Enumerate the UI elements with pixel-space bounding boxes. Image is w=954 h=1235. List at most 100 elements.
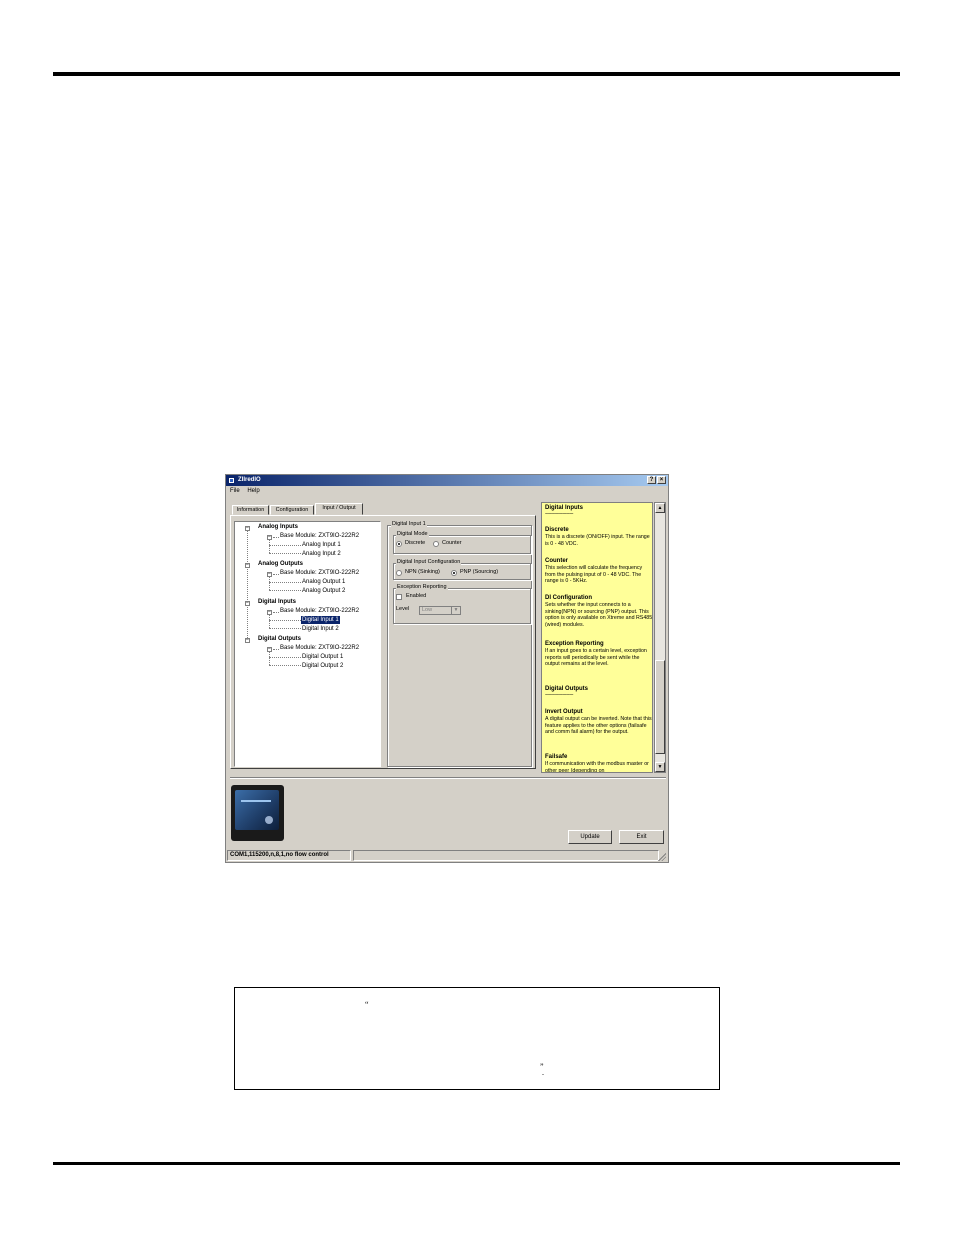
tree-analog-output-2[interactable]: Analog Output 2: [302, 587, 345, 595]
status-connection: COM1,115200,n,8,1,no flow control: [227, 850, 351, 861]
close-button[interactable]: ×: [657, 476, 666, 484]
tree-analog-outputs[interactable]: Analog Outputs: [258, 560, 303, 568]
help-scrollbar[interactable]: ▲ ▼: [654, 502, 666, 773]
status-bar: COM1,115200,n,8,1,no flow control: [227, 850, 667, 862]
pnp-radio[interactable]: [451, 570, 457, 576]
tree-do-base-module[interactable]: Base Module: ZXT9IO-222R2: [280, 644, 359, 652]
help-section: Exception Reporting If an input goes to …: [545, 641, 652, 668]
tab-input-output[interactable]: Input / Output: [315, 503, 363, 515]
quote-mark: “: [365, 1000, 369, 1009]
help-divider: ------------------------: [545, 511, 573, 517]
tree-analog-output-1[interactable]: Analog Output 1: [302, 578, 345, 586]
help-body: Sets whether the input connects to a sin…: [545, 602, 653, 628]
tree-analog-inputs[interactable]: Analog Inputs: [258, 523, 298, 531]
collapse-icon[interactable]: −: [267, 572, 272, 577]
scroll-up-icon[interactable]: ▲: [655, 503, 665, 513]
resize-grip-icon[interactable]: [658, 853, 666, 861]
tab-configuration[interactable]: Configuration: [270, 505, 314, 515]
collapse-icon[interactable]: −: [245, 638, 250, 643]
help-divider: ------------------------: [545, 692, 573, 698]
tree-analog-input-2[interactable]: Analog Input 2: [302, 550, 341, 558]
counter-label: Counter: [442, 540, 462, 546]
io-tree[interactable]: − Analog Inputs − Base Module: ZXT9IO-22…: [234, 521, 381, 767]
collapse-icon[interactable]: −: [267, 647, 272, 652]
tree-line: [269, 582, 301, 583]
exception-reporting-title: Exception Reporting: [396, 584, 448, 591]
help-body: A digital output can be inverted. Note t…: [545, 716, 652, 735]
help-body: If an input goes to a certain level, exc…: [545, 648, 647, 667]
collapse-icon[interactable]: −: [245, 563, 250, 568]
menu-help[interactable]: Help: [247, 488, 259, 494]
help-section: Invert Output A digital output can be in…: [545, 709, 652, 736]
tree-line: [269, 615, 270, 628]
tree-ao-base-module[interactable]: Base Module: ZXT9IO-222R2: [280, 569, 359, 577]
tree-line: [269, 652, 270, 665]
scroll-down-icon[interactable]: ▼: [655, 762, 665, 772]
tree-line: [269, 628, 301, 629]
npn-radio[interactable]: [396, 570, 402, 576]
collapse-icon[interactable]: −: [245, 601, 250, 606]
tree-digital-output-2[interactable]: Digital Output 2: [302, 662, 343, 670]
enabled-label: Enabled: [406, 593, 427, 599]
digital-input-group-title: Digital Input 1: [391, 521, 427, 528]
tree-digital-output-1[interactable]: Digital Output 1: [302, 653, 343, 661]
enabled-checkbox[interactable]: [396, 594, 402, 600]
help-heading: Exception Reporting: [545, 641, 604, 647]
chevron-down-icon: ▼: [451, 607, 460, 614]
tree-line: [269, 665, 301, 666]
note-box: “ ” .: [234, 987, 720, 1090]
collapse-icon[interactable]: −: [267, 535, 272, 540]
device-image: [231, 785, 284, 841]
collapse-icon[interactable]: −: [267, 610, 272, 615]
npn-label: NPN (Sinking): [405, 569, 440, 575]
help-section: Digital Inputs ------------------------: [545, 505, 652, 517]
device-face: [235, 790, 279, 830]
digital-input-config-title: Digital Input Configuration: [396, 559, 462, 566]
scroll-thumb[interactable]: [655, 660, 665, 754]
menu-file[interactable]: File: [230, 488, 240, 494]
tree-line: [269, 545, 301, 546]
tree-line: [269, 540, 270, 553]
help-body: If communication with the modbus master …: [545, 761, 649, 773]
pnp-label: PNP (Sourcing): [460, 569, 499, 575]
ziiredio-window: ZIIredIO ? × File Help Information Confi…: [225, 474, 669, 863]
collapse-icon[interactable]: −: [245, 526, 250, 531]
level-label: Level: [396, 606, 410, 612]
discrete-radio[interactable]: [396, 541, 402, 547]
tree-analog-input-1[interactable]: Analog Input 1: [302, 541, 341, 549]
tree-line: [247, 528, 248, 640]
tree-line: [273, 574, 279, 575]
counter-radio[interactable]: [433, 541, 439, 547]
help-section: Counter This selection will calculate th…: [545, 558, 652, 585]
help-heading: Invert Output: [545, 709, 583, 715]
tab-information[interactable]: Information: [232, 505, 269, 515]
level-select[interactable]: Low ▼: [419, 606, 461, 615]
tree-digital-outputs[interactable]: Digital Outputs: [258, 635, 301, 643]
help-section: Failsafe If communication with the modbu…: [545, 754, 652, 773]
tree-line: [269, 590, 301, 591]
title-bar[interactable]: ZIIredIO ? ×: [226, 475, 668, 486]
update-button[interactable]: Update: [568, 830, 612, 844]
tree-line: [269, 657, 301, 658]
help-title-button[interactable]: ?: [647, 476, 656, 484]
window-title: ZIIredIO: [238, 477, 261, 483]
app-icon: [228, 477, 235, 484]
help-heading: Failsafe: [545, 754, 568, 760]
tree-ai-base-module[interactable]: Base Module: ZXT9IO-222R2: [280, 532, 359, 540]
help-body: This selection will calculate the freque…: [545, 565, 643, 584]
tree-line: [269, 577, 270, 590]
tree-line: [269, 620, 301, 621]
help-section: Discrete This is a discrete (ON/OFF) inp…: [545, 527, 652, 547]
tree-digital-input-2[interactable]: Digital Input 2: [302, 625, 339, 633]
level-value: Low: [422, 607, 433, 613]
exit-button[interactable]: Exit: [619, 830, 664, 844]
discrete-label: Discrete: [405, 540, 426, 546]
tree-line: [273, 649, 279, 650]
status-secondary: [353, 850, 659, 861]
help-heading: Counter: [545, 558, 568, 564]
tree-digital-inputs[interactable]: Digital Inputs: [258, 598, 296, 606]
help-panel: Digital Inputs ------------------------ …: [541, 502, 653, 773]
tree-di-base-module[interactable]: Base Module: ZXT9IO-222R2: [280, 607, 359, 615]
tree-digital-input-1[interactable]: Digital Input 1: [301, 616, 340, 624]
tree-line: [269, 553, 301, 554]
